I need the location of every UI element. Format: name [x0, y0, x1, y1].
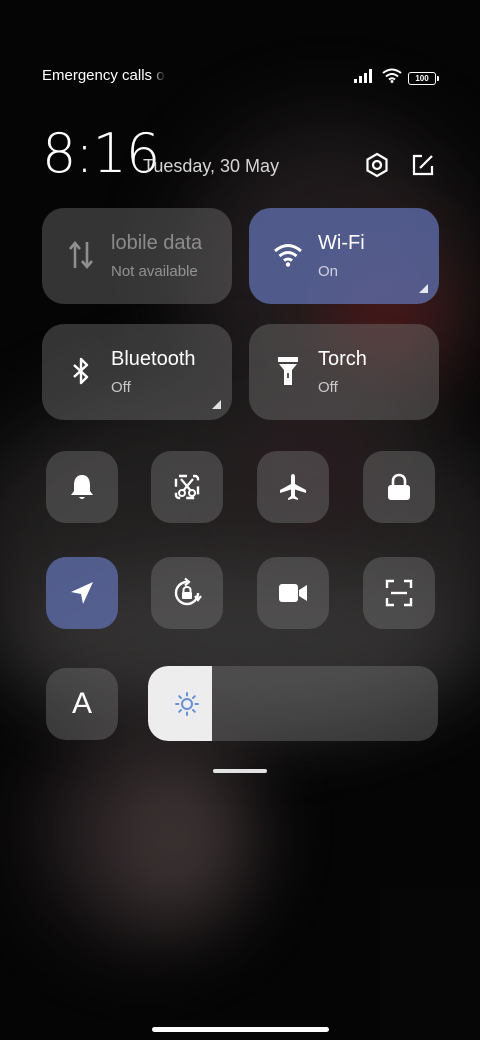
wifi-tile[interactable]: Wi-Fi On	[249, 208, 439, 304]
status-bar: Emergency calls o 100	[0, 62, 480, 90]
mobile-data-tile[interactable]: lobile data Not available	[42, 208, 232, 304]
wifi-label: Wi-Fi	[318, 232, 365, 254]
edit-button[interactable]	[406, 148, 440, 182]
wifi-state: On	[318, 263, 339, 280]
rotation-lock-icon	[174, 577, 202, 606]
font-icon: A	[71, 687, 92, 720]
torch-icon	[271, 354, 305, 388]
bluetooth-state: Off	[111, 379, 131, 396]
torch-state: Off	[318, 379, 338, 396]
clock[interactable]: 8:16	[42, 122, 160, 185]
mobile-data-state: Not available	[111, 263, 198, 280]
torch-label: Torch	[318, 348, 367, 370]
lock-screen-toggle[interactable]	[363, 451, 435, 523]
font-size-toggle[interactable]: A	[46, 668, 118, 740]
screen-record-toggle[interactable]	[257, 557, 329, 629]
scan-icon	[385, 579, 413, 607]
torch-tile[interactable]: Torch Off	[249, 324, 439, 420]
battery-icon: 100	[408, 71, 439, 85]
gear-icon	[366, 152, 388, 178]
mobile-data-icon	[64, 238, 98, 272]
screenshot-icon	[174, 474, 200, 500]
wifi-status-icon	[382, 68, 402, 88]
location-toggle[interactable]	[46, 557, 118, 629]
home-indicator[interactable]	[152, 1027, 329, 1032]
scanner-toggle[interactable]	[363, 557, 435, 629]
bell-icon	[71, 475, 93, 499]
bluetooth-tile[interactable]: Bluetooth Off	[42, 324, 232, 420]
ringer-toggle[interactable]	[46, 451, 118, 523]
airplane-toggle[interactable]	[257, 451, 329, 523]
rotation-lock-toggle[interactable]	[151, 557, 223, 629]
edit-icon	[412, 154, 434, 176]
location-icon	[71, 582, 93, 604]
brightness-icon	[175, 692, 199, 716]
date[interactable]: Tuesday, 30 May	[143, 156, 279, 177]
mobile-data-label: lobile data	[111, 232, 203, 254]
bluetooth-label: Bluetooth	[111, 348, 196, 370]
lock-icon	[388, 473, 410, 500]
expand-arrow-icon[interactable]	[419, 284, 428, 293]
expand-arrow-icon[interactable]	[212, 400, 221, 409]
bluetooth-icon	[64, 354, 98, 388]
signal-icon	[354, 68, 376, 88]
panel-drag-handle[interactable]	[213, 769, 267, 773]
airplane-icon	[280, 474, 306, 500]
wifi-icon	[271, 238, 305, 272]
carrier-text: Emergency calls o	[42, 67, 165, 84]
settings-button[interactable]	[360, 148, 394, 182]
video-camera-icon	[279, 584, 307, 602]
brightness-slider[interactable]	[148, 666, 438, 741]
screenshot-toggle[interactable]	[151, 451, 223, 523]
